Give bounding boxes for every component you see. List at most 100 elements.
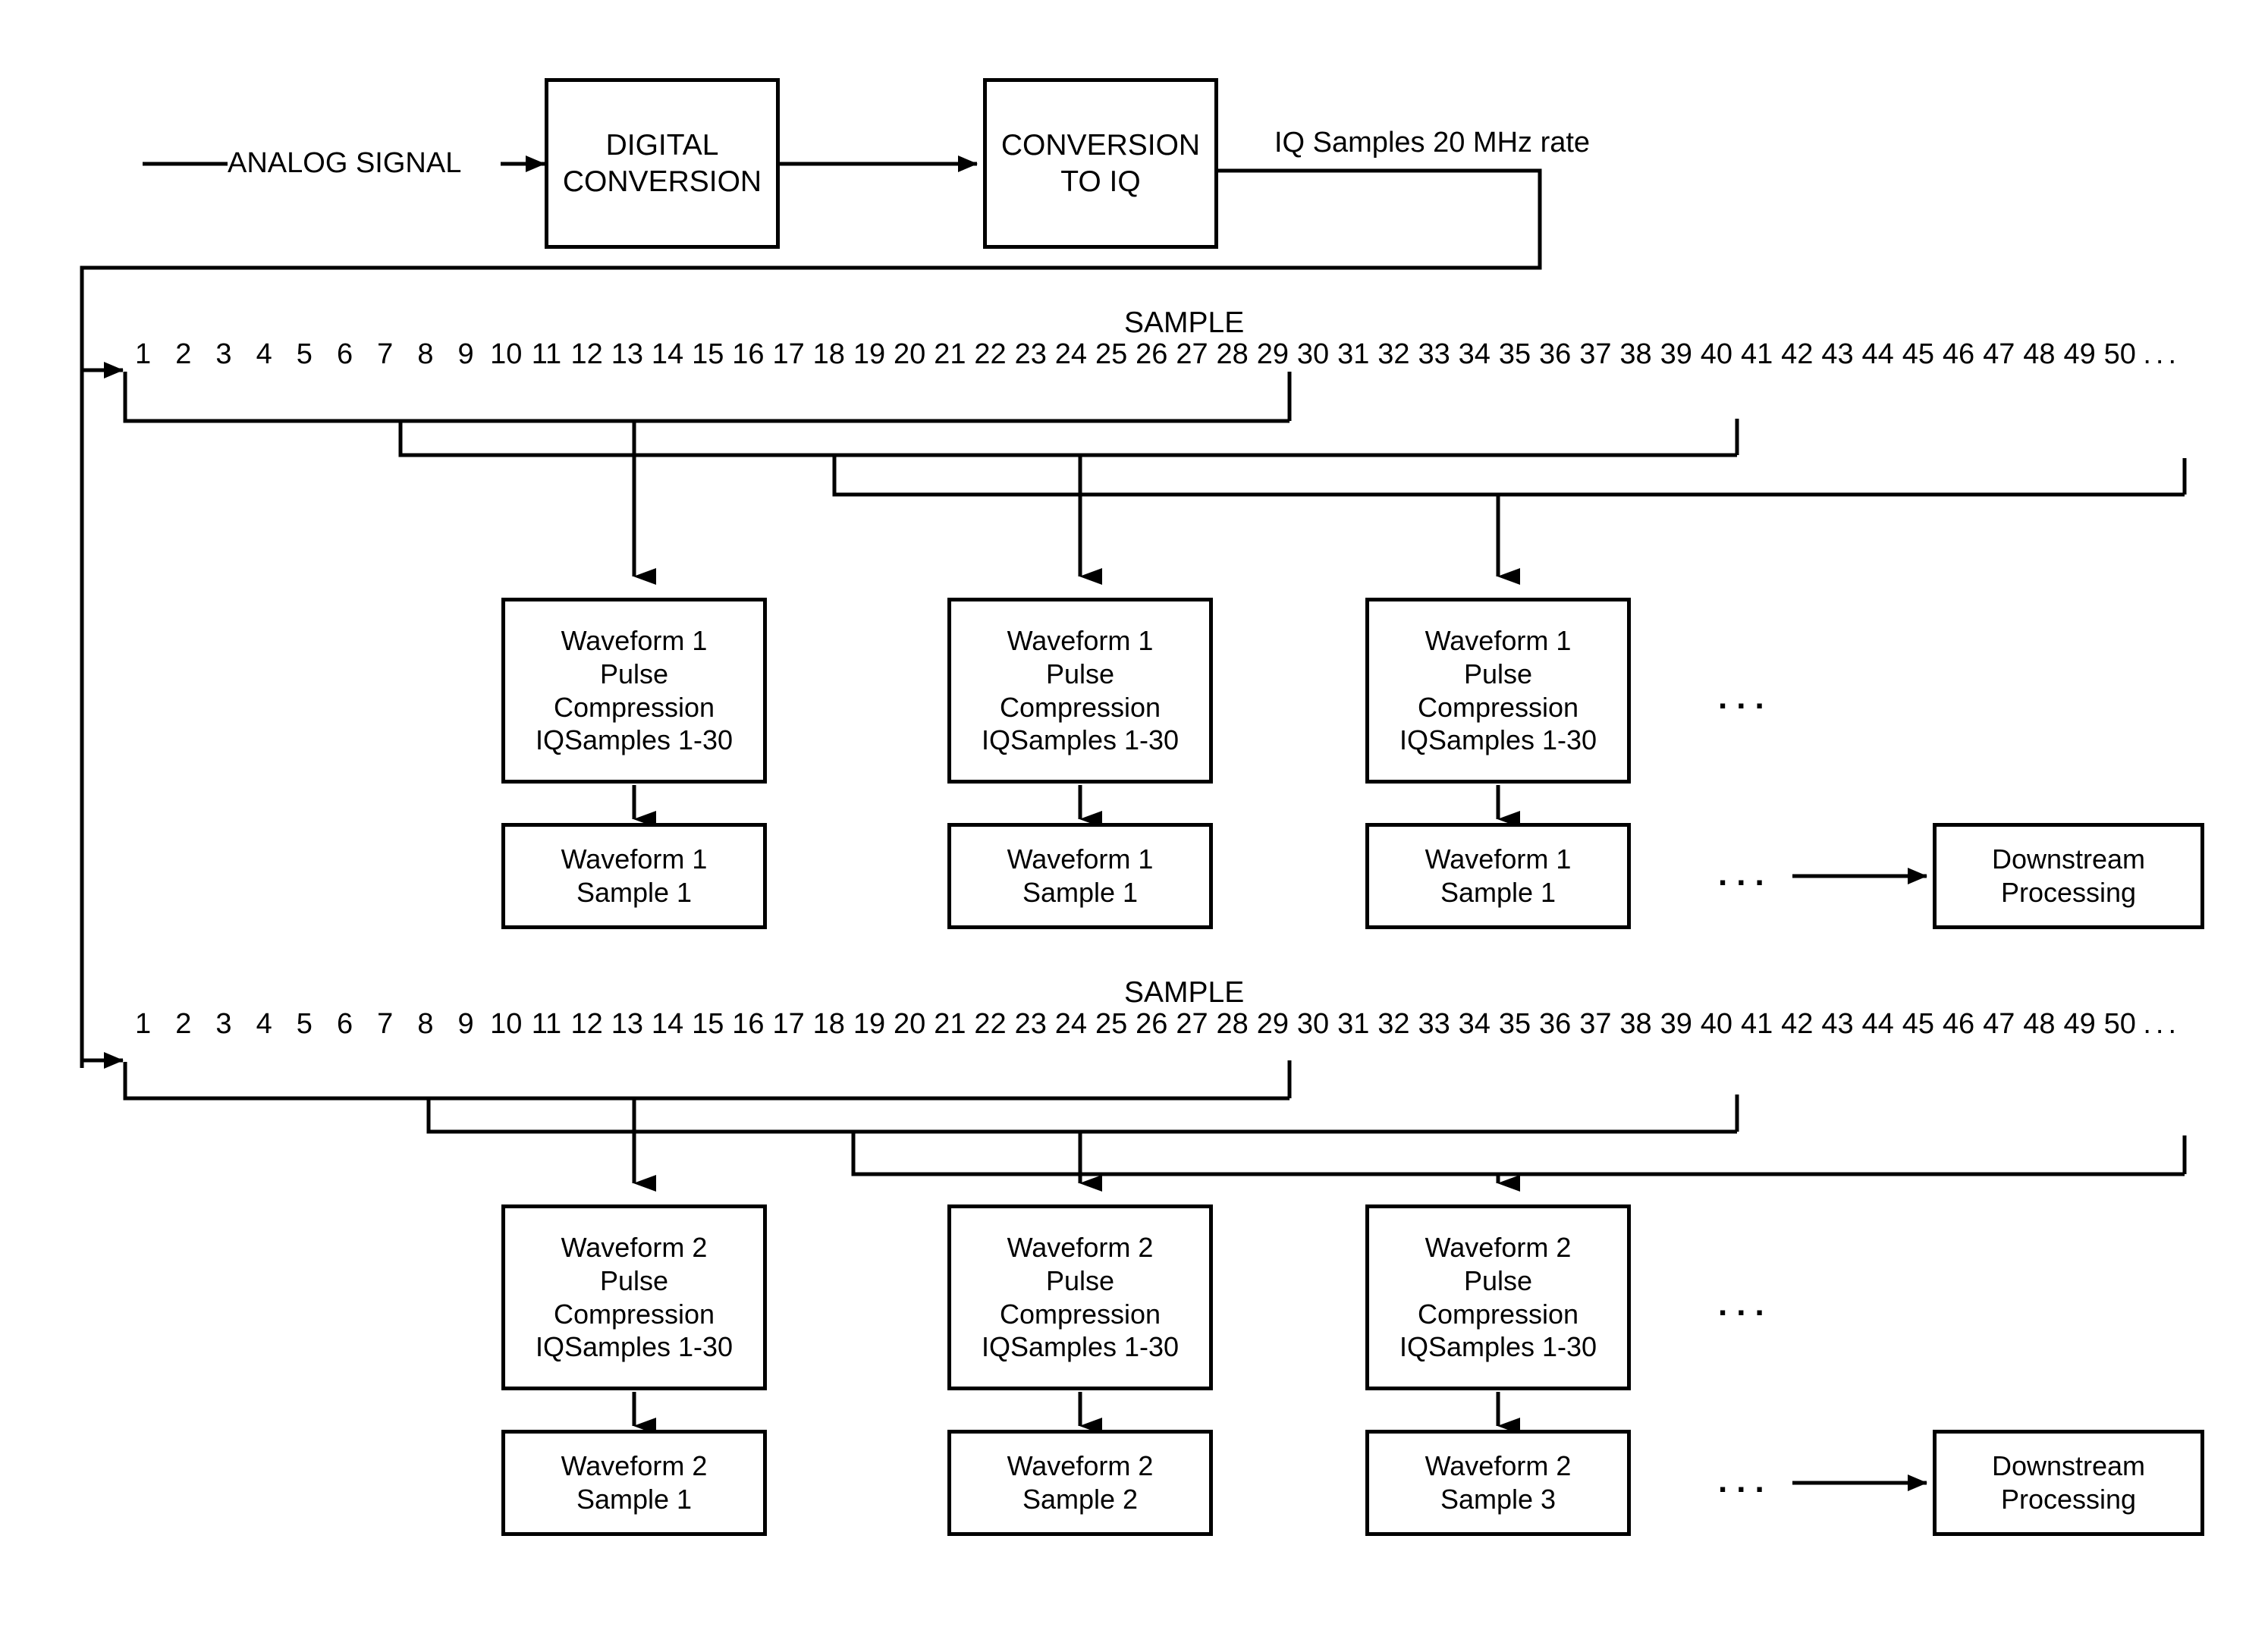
- sample-tick: 13: [611, 1008, 643, 1040]
- sample-tick: 27: [1176, 338, 1208, 370]
- sample-tick: 37: [1579, 338, 1612, 370]
- sample-tick: 32: [1377, 1008, 1410, 1040]
- pc-line-2: Pulse: [599, 1264, 669, 1296]
- pulse-compression-box-r2c2: Waveform 2 Pulse Compression IQSamples 1…: [947, 1204, 1213, 1390]
- sample-tick: 20: [894, 338, 926, 370]
- sample-tick: 11: [531, 1008, 562, 1040]
- sample-tick: 41: [1740, 338, 1773, 370]
- pc-line-1: Waveform 2: [1425, 1231, 1572, 1263]
- pc-line-1: Waveform 2: [561, 1231, 708, 1263]
- sample-tick: 8: [417, 338, 434, 370]
- conversion-to-iq-line-2: TO IQ: [1060, 165, 1141, 198]
- sample-tick: 22: [974, 338, 1007, 370]
- sample-tick: 46: [1942, 338, 1975, 370]
- sample-tick: 50: [2103, 1008, 2136, 1040]
- pc-line-2: Pulse: [1045, 1264, 1115, 1296]
- sample-tick: 11: [531, 338, 562, 370]
- sample-tick: 9: [457, 1008, 474, 1040]
- downstream-line-1: Downstream: [1991, 843, 2146, 875]
- pc-line-2: Pulse: [1463, 658, 1533, 689]
- pc-line-2: Pulse: [599, 658, 669, 689]
- sample-tick: 38: [1619, 1008, 1652, 1040]
- sample-tick: 1: [135, 338, 152, 370]
- sample-tick: 14: [651, 338, 684, 370]
- sample-tick: 35: [1498, 338, 1531, 370]
- pc-line-2: Pulse: [1045, 658, 1115, 689]
- waveform-output-box-r1c2: Waveform 1 Sample 1: [947, 823, 1213, 929]
- pc-line-4: IQSamples 1-30: [981, 724, 1180, 756]
- out-line-2: Sample 1: [576, 877, 693, 908]
- sample-tick: 20: [894, 1008, 926, 1040]
- sample-tick: 17: [772, 1008, 805, 1040]
- pulse-compression-ellipsis-row-2: ...: [1718, 1286, 1773, 1323]
- sample-tick: 18: [812, 338, 845, 370]
- pulse-compression-box-r2c3: Waveform 2 Pulse Compression IQSamples 1…: [1365, 1204, 1631, 1390]
- pulse-compression-ellipsis-row-1: ...: [1718, 679, 1773, 716]
- diagram-canvas: ANALOG SIGNAL DIGITAL CONVERSION CONVERS…: [0, 0, 2268, 1652]
- sample-tick: 32: [1377, 338, 1410, 370]
- sample-tick: 25: [1095, 1008, 1128, 1040]
- sample-tick: 6: [336, 338, 353, 370]
- pc-line-3: Compression: [553, 691, 715, 723]
- sample-tick: 30: [1296, 1008, 1330, 1040]
- sample-ruler-row-1: 1 2 3 4 5 6 7 8 9 10 11 12 13 14 15 16 17 18 19 20 21 22 23 24 2…: [123, 336, 2239, 371]
- sample-tick: 45: [1902, 338, 1934, 370]
- sample-tick: 33: [1418, 1008, 1450, 1040]
- sample-tick: 8: [417, 1008, 434, 1040]
- sample-tick: 48: [2023, 338, 2056, 370]
- pc-line-2: Pulse: [1463, 1264, 1533, 1296]
- sample-tick: 13: [611, 338, 643, 370]
- sample-tick: 50: [2103, 338, 2136, 370]
- sample-tick: 37: [1579, 1008, 1612, 1040]
- out-line-2: Sample 1: [1440, 877, 1557, 908]
- waveform-output-box-r1c1: Waveform 1 Sample 1: [501, 823, 767, 929]
- sample-tick: 42: [1781, 1008, 1814, 1040]
- sample-tick: 26: [1136, 1008, 1168, 1040]
- out-line-2: Sample 1: [576, 1484, 693, 1515]
- out-line-1: Waveform 2: [1425, 1450, 1572, 1482]
- sample-tick: 31: [1337, 1008, 1370, 1040]
- sample-tick: 28: [1216, 338, 1249, 370]
- pc-line-3: Compression: [999, 1298, 1161, 1330]
- sample-tick: 40: [1700, 1008, 1733, 1040]
- pulse-compression-box-r2c1: Waveform 2 Pulse Compression IQSamples 1…: [501, 1204, 767, 1390]
- pulse-compression-box-r1c2: Waveform 1 Pulse Compression IQSamples 1…: [947, 598, 1213, 784]
- sample-tick: 18: [812, 1008, 845, 1040]
- downstream-line-1: Downstream: [1991, 1450, 2146, 1482]
- sample-tick: 14: [651, 1008, 684, 1040]
- pulse-compression-box-r1c1: Waveform 1 Pulse Compression IQSamples 1…: [501, 598, 767, 784]
- sample-tick: 24: [1054, 338, 1088, 370]
- sample-tick: 31: [1337, 338, 1370, 370]
- sample-tick: 35: [1498, 1008, 1531, 1040]
- sample-title-row-2: SAMPLE: [1124, 976, 1245, 1009]
- sample-tick: 2: [175, 338, 192, 370]
- pc-line-1: Waveform 1: [561, 624, 708, 656]
- sample-tick: 40: [1700, 338, 1733, 370]
- pc-line-4: IQSamples 1-30: [1399, 1331, 1597, 1363]
- out-line-2: Sample 3: [1440, 1484, 1557, 1515]
- sample-tick: 45: [1902, 1008, 1934, 1040]
- out-line-1: Waveform 2: [561, 1450, 708, 1482]
- sample-tick: 36: [1539, 1008, 1572, 1040]
- sample-tick: 29: [1256, 1008, 1289, 1040]
- iq-samples-line-1: IQ Samples: [1274, 127, 1425, 159]
- sample-ruler-ellipsis: ...: [2143, 1008, 2182, 1040]
- digital-conversion-box: DIGITAL CONVERSION: [545, 78, 780, 249]
- pc-line-3: Compression: [553, 1298, 715, 1330]
- sample-tick: 39: [1660, 1008, 1692, 1040]
- sample-tick: 16: [732, 1008, 765, 1040]
- sample-tick: 9: [457, 338, 474, 370]
- digital-conversion-line-1: DIGITAL: [605, 128, 719, 162]
- sample-tick: 34: [1458, 338, 1491, 370]
- pulse-compression-box-r1c3: Waveform 1 Pulse Compression IQSamples 1…: [1365, 598, 1631, 784]
- sample-tick: 16: [732, 338, 765, 370]
- pc-line-4: IQSamples 1-30: [981, 1331, 1180, 1363]
- pc-line-3: Compression: [999, 691, 1161, 723]
- pc-line-1: Waveform 1: [1007, 624, 1154, 656]
- sample-tick: 33: [1418, 338, 1450, 370]
- downstream-processing-box-row-1: Downstream Processing: [1933, 823, 2204, 929]
- iq-samples-line-2: 20 MHz rate: [1433, 127, 1591, 159]
- sample-tick: 4: [256, 1008, 272, 1040]
- output-ellipsis-row-2: ...: [1718, 1462, 1773, 1500]
- pc-line-4: IQSamples 1-30: [1399, 724, 1597, 756]
